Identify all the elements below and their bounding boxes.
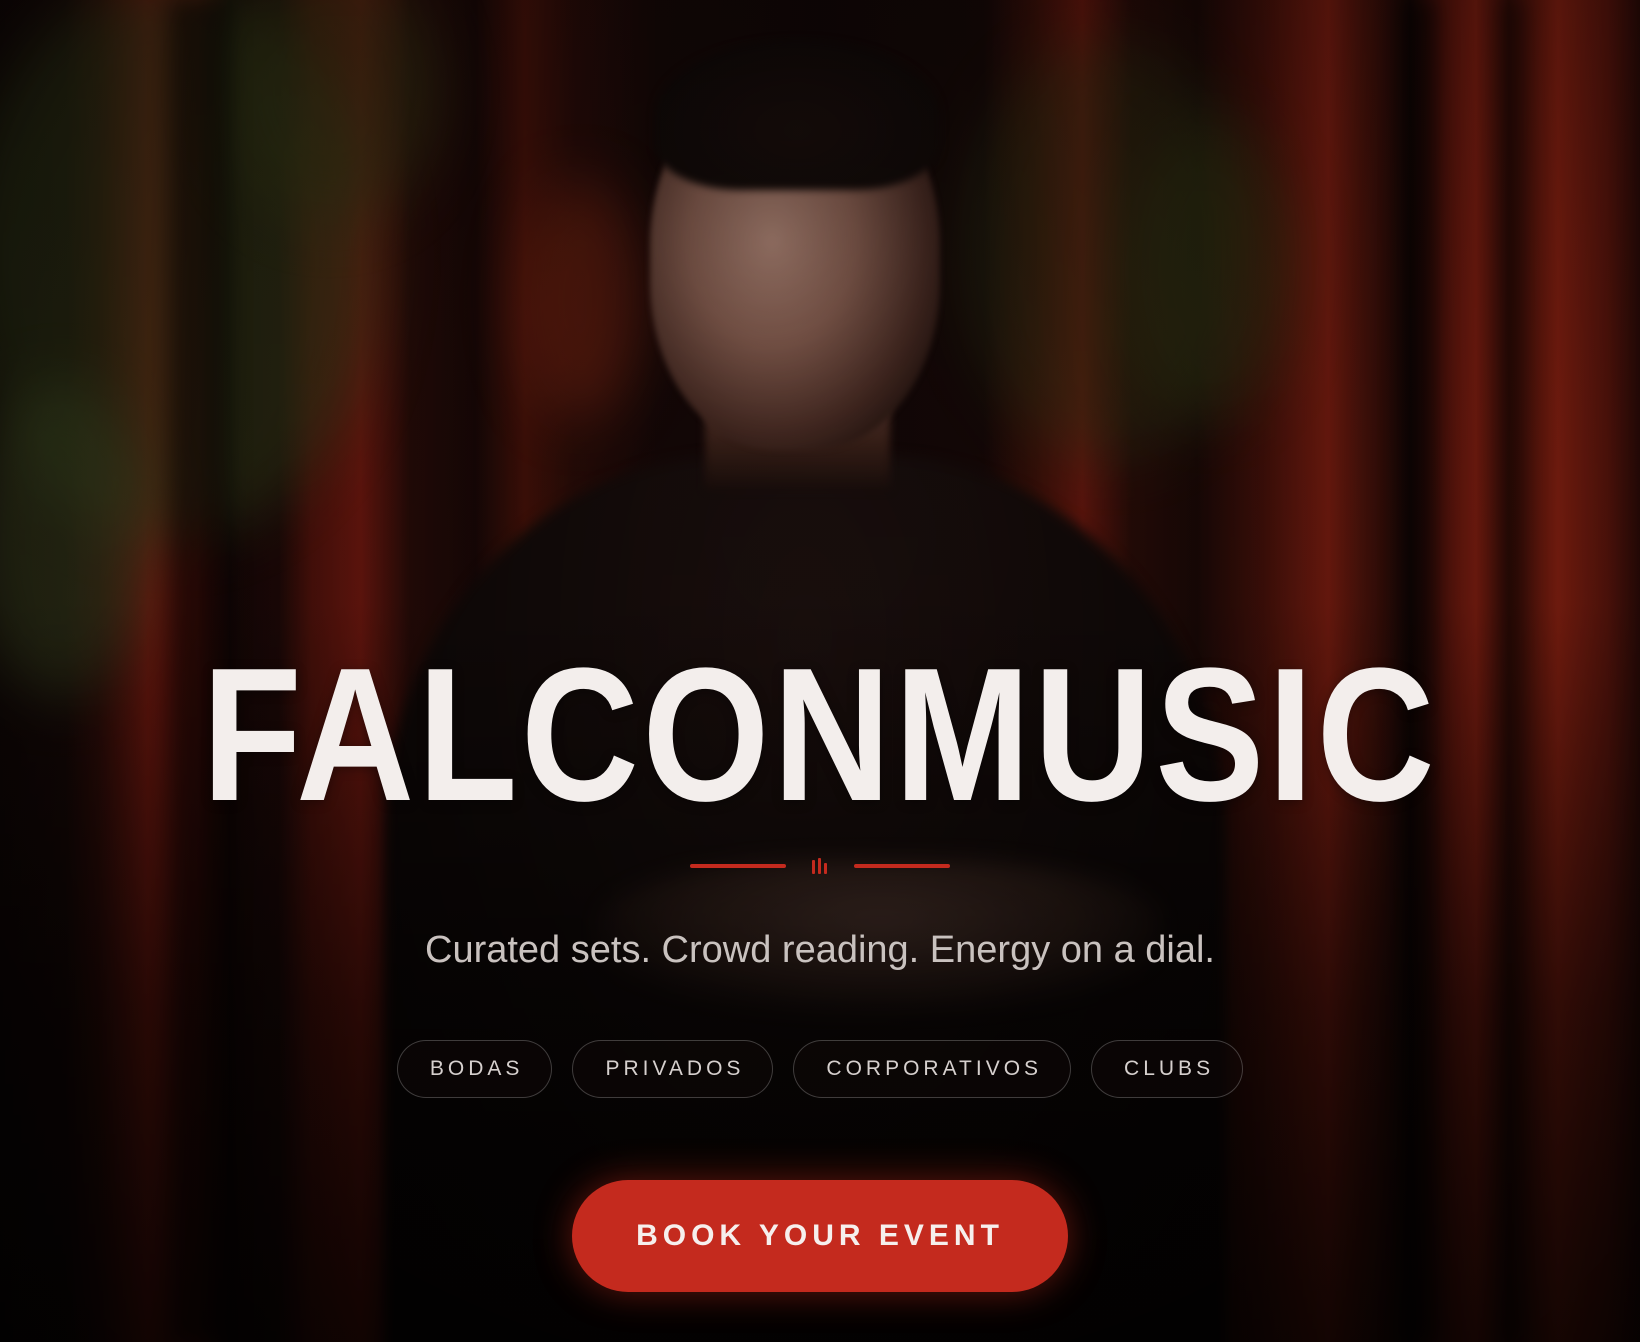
chip-clubs[interactable]: CLUBS xyxy=(1091,1040,1244,1098)
book-event-button[interactable]: BOOK YOUR EVENT xyxy=(572,1180,1068,1292)
chip-privados[interactable]: PRIVADOS xyxy=(572,1040,774,1098)
hero-content: FALCONMUSIC Curated sets. Crowd reading.… xyxy=(0,0,1640,1342)
brand-title: FALCONMUSIC xyxy=(201,629,1439,841)
title-divider xyxy=(688,858,952,874)
event-category-list: BODAS PRIVADOS CORPORATIVOS CLUBS xyxy=(0,1040,1640,1098)
equalizer-icon xyxy=(810,858,830,874)
chip-bodas[interactable]: BODAS xyxy=(396,1040,553,1098)
tagline: Curated sets. Crowd reading. Energy on a… xyxy=(425,929,1215,971)
hero-section: FALCONMUSIC Curated sets. Crowd reading.… xyxy=(0,0,1640,1342)
divider-line-right xyxy=(854,864,950,868)
chip-corporativos[interactable]: CORPORATIVOS xyxy=(793,1040,1072,1098)
divider-line-left xyxy=(690,864,786,868)
